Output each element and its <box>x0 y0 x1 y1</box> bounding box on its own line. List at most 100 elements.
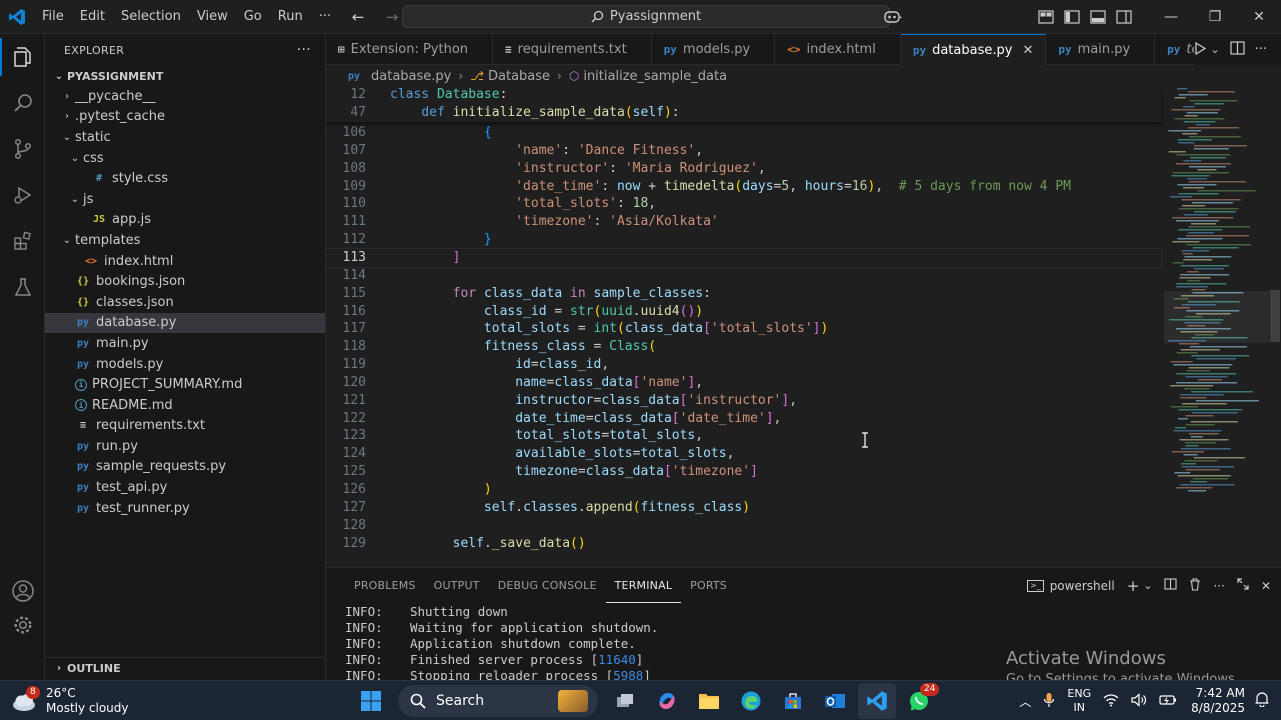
run-file-icon[interactable] <box>1194 40 1207 59</box>
whatsapp-icon[interactable]: 24 <box>900 683 940 719</box>
tree-item[interactable]: JS app.js <box>45 210 325 231</box>
minimize-button[interactable]: — <box>1149 0 1193 34</box>
settings-gear-icon[interactable] <box>0 614 45 640</box>
taskbar-search[interactable]: Search <box>398 685 598 717</box>
edge-browser-icon[interactable] <box>732 683 770 719</box>
windows-start-icon[interactable] <box>352 683 390 719</box>
breadcrumb-method[interactable]: initialize_sample_data <box>583 69 727 84</box>
tree-item[interactable]: ⌄ js <box>45 189 325 210</box>
terminal-shell-name[interactable]: powershell <box>1050 579 1115 593</box>
language-indicator[interactable]: ENG IN <box>1067 687 1091 715</box>
explorer-more-icon[interactable]: ··· <box>297 42 311 58</box>
more-actions-icon[interactable]: ··· <box>1255 42 1267 57</box>
command-center[interactable]: Pyassignment <box>402 5 890 28</box>
copilot-app-icon[interactable] <box>648 683 686 719</box>
minimap[interactable] <box>1164 86 1269 567</box>
menu-run[interactable]: Run <box>270 6 311 28</box>
maximize-panel-icon[interactable] <box>1237 578 1249 593</box>
run-options-chevron-icon[interactable]: ⌄ <box>1210 43 1219 56</box>
trash-icon[interactable] <box>1189 577 1201 594</box>
tab-main-py[interactable]: py main.py <box>1046 34 1156 65</box>
extensions-icon[interactable] <box>0 218 45 264</box>
outline-section[interactable]: › OUTLINE <box>45 657 325 679</box>
volume-icon[interactable] <box>1131 692 1147 710</box>
toggle-panel-icon[interactable] <box>1086 5 1110 29</box>
tab-requirements-txt[interactable]: ≡ requirements.txt <box>493 34 652 65</box>
tab-database-py[interactable]: py database.py ✕ <box>900 34 1047 65</box>
menu-view[interactable]: View <box>189 6 236 28</box>
notification-bell-icon[interactable] <box>1255 691 1281 711</box>
panel-tab-debug-console[interactable]: DEBUG CONSOLE <box>489 568 606 603</box>
explorer-icon[interactable] <box>0 34 45 80</box>
tree-item[interactable]: {} classes.json <box>45 292 325 313</box>
customize-layout-icon[interactable] <box>1034 5 1058 29</box>
battery-icon[interactable] <box>1159 694 1177 709</box>
tree-item[interactable]: ≡ requirements.txt <box>45 416 325 437</box>
chevron-up-icon[interactable]: ︿ <box>1019 693 1031 710</box>
sticky-scroll[interactable]: 12 class Database: 47 def initialize_sampl… <box>326 86 1161 122</box>
tree-item[interactable]: py run.py <box>45 436 325 457</box>
panel-tab-ports[interactable]: PORTS <box>681 568 736 603</box>
tree-item[interactable]: py test_runner.py <box>45 498 325 519</box>
toggle-sidebar-icon[interactable] <box>1060 5 1084 29</box>
terminal-dropdown-icon[interactable]: ⌄ <box>1143 579 1152 592</box>
tab-index-html[interactable]: <> index.html <box>775 34 901 65</box>
project-folder[interactable]: ⌄ PYASSIGNMENT <box>45 66 325 86</box>
weather-widget[interactable]: 8 26°C Mostly cloudy <box>10 684 129 718</box>
menu-file[interactable]: File <box>34 6 72 28</box>
account-icon[interactable] <box>0 568 45 614</box>
panel-tab-output[interactable]: OUTPUT <box>425 568 489 603</box>
source-control-icon[interactable] <box>0 126 45 172</box>
back-arrow-icon[interactable]: ← <box>348 6 368 28</box>
tree-item[interactable]: ⌄ static <box>45 127 325 148</box>
panel-tab-problems[interactable]: PROBLEMS <box>345 568 425 603</box>
menu-more[interactable]: ··· <box>311 6 339 28</box>
close-tab-icon[interactable]: ✕ <box>1022 43 1033 58</box>
tree-item[interactable]: {} bookings.json <box>45 271 325 292</box>
tree-item[interactable]: i PROJECT_SUMMARY.md <box>45 374 325 395</box>
menu-go[interactable]: Go <box>236 6 270 28</box>
tree-item[interactable]: › .pytest_cache <box>45 107 325 128</box>
breadcrumb-file[interactable]: database.py <box>371 69 451 84</box>
tree-item[interactable]: py database.py <box>45 312 325 334</box>
menu-edit[interactable]: Edit <box>72 6 113 28</box>
panel-tab-terminal[interactable]: TERMINAL <box>605 568 682 603</box>
file-explorer-icon[interactable] <box>690 683 728 719</box>
panel-more-icon[interactable]: ··· <box>1213 579 1224 593</box>
scrollbar-thumb[interactable] <box>1270 290 1280 342</box>
tree-item[interactable]: py sample_requests.py <box>45 457 325 478</box>
new-terminal-icon[interactable]: + <box>1127 577 1140 595</box>
outlook-icon[interactable] <box>816 683 854 719</box>
tree-item[interactable]: ⌄ css <box>45 148 325 169</box>
copilot-icon[interactable] <box>881 5 905 29</box>
maximize-button[interactable]: ❐ <box>1193 0 1237 34</box>
split-editor-icon[interactable] <box>1229 40 1245 59</box>
tree-item[interactable]: i README.md <box>45 395 325 416</box>
microphone-icon[interactable] <box>1043 692 1055 711</box>
tree-item[interactable]: py models.py <box>45 354 325 375</box>
testing-icon[interactable] <box>0 264 45 310</box>
forward-arrow-icon[interactable]: → <box>382 6 402 28</box>
menu-selection[interactable]: Selection <box>113 6 189 28</box>
breadcrumb-class[interactable]: Database <box>488 69 550 84</box>
tab-extension-python[interactable]: ⊞ Extension: Python <box>326 34 494 65</box>
search-view-icon[interactable] <box>0 80 45 126</box>
wifi-icon[interactable] <box>1103 693 1119 710</box>
close-panel-icon[interactable]: ✕ <box>1261 579 1271 593</box>
tree-item[interactable]: › __pycache__ <box>45 86 325 107</box>
clock[interactable]: 7:42 AM 8/8/2025 <box>1185 686 1255 716</box>
task-view-icon[interactable] <box>606 683 644 719</box>
tree-item[interactable]: # style.css <box>45 168 325 189</box>
tree-item[interactable]: <> index.html <box>45 251 325 272</box>
tree-item[interactable]: ⌄ templates <box>45 230 325 251</box>
tree-item[interactable]: py test_api.py <box>45 477 325 498</box>
tree-item[interactable]: py main.py <box>45 333 325 354</box>
editor-scrollbar[interactable] <box>1269 86 1281 567</box>
vscode-taskbar-icon[interactable] <box>858 683 896 719</box>
minimap-viewport[interactable] <box>1164 291 1269 343</box>
split-terminal-icon[interactable] <box>1164 578 1178 593</box>
microsoft-store-icon[interactable] <box>774 683 812 719</box>
close-window-button[interactable]: ✕ <box>1237 0 1281 34</box>
code-editor[interactable]: 12 class Database: 47 def initialize_sampl… <box>326 86 1281 567</box>
tab-models-py[interactable]: py models.py <box>652 34 776 65</box>
